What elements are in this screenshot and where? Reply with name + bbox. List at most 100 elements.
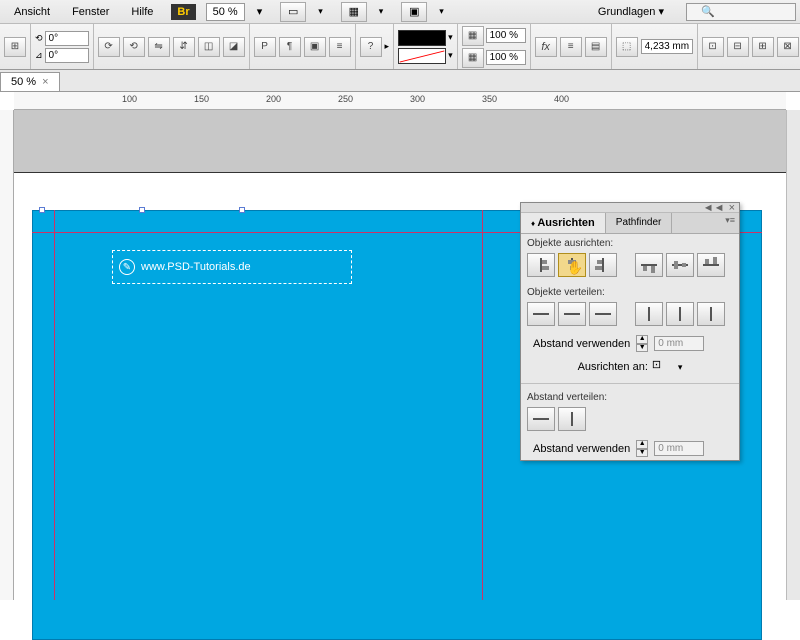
spacing-spinner-2[interactable]: ▲▼ [636, 440, 648, 457]
fx-button[interactable]: fx [535, 37, 557, 57]
spacing-field-2[interactable]: 0 mm [654, 441, 704, 456]
stroke-weight-field[interactable] [641, 39, 693, 54]
ruler-tick: 150 [194, 94, 209, 104]
spacing-field-1[interactable]: 0 mm [654, 336, 704, 351]
control-bar: ⊞ ⟲ ⊿ ⟳ ⟲ ⇋ ⇵ ◫ ◪ P ¶ ▣ ≡ ? ▸ ▾ ▾ ▦ ▦ fx… [0, 24, 800, 70]
zoom-level[interactable]: 50 % [206, 3, 245, 21]
align-to-label: Ausrichten an: [578, 361, 648, 373]
vertical-scrollbar[interactable] [786, 110, 800, 600]
placed-graphic-text: www.PSD-Tutorials.de [141, 261, 251, 273]
fill-tint-icon: ▦ [462, 26, 484, 46]
panel-collapse-icon[interactable]: ◄◄ [703, 202, 725, 214]
use-spacing-label: Abstand verwenden [533, 338, 630, 350]
align-to-button[interactable]: ⊡ [652, 358, 674, 376]
panel-menu-icon[interactable]: ▾≡ [721, 213, 739, 233]
object-format-icon[interactable]: ≡ [329, 37, 351, 57]
spacing-spinner[interactable]: ▲▼ [636, 335, 648, 352]
rotate-cw-icon[interactable]: ⟳ [98, 37, 120, 57]
stroke-swatch[interactable] [398, 48, 446, 64]
align-left-button[interactable] [527, 253, 555, 277]
story-editor-icon[interactable]: ¶ [279, 37, 301, 57]
align-right-button[interactable] [589, 253, 617, 277]
dd-icon[interactable]: ▸ [385, 41, 390, 52]
dd-icon[interactable]: ▾ [369, 2, 394, 21]
vertical-ruler[interactable] [0, 110, 14, 600]
frame-fit-icon[interactable]: ⬚ [616, 37, 638, 57]
text-wrap-bound-icon[interactable]: ▤ [585, 37, 607, 57]
align-bottom-button[interactable] [697, 253, 725, 277]
placed-graphic-frame[interactable]: ✎ www.PSD-Tutorials.de [112, 250, 352, 284]
fill-swatch[interactable] [398, 30, 446, 46]
rotation-field[interactable] [45, 31, 89, 46]
document-tab[interactable]: 50 % × [0, 72, 60, 91]
rotate-icon: ⟲ [35, 33, 43, 44]
menubar: Ansicht Fenster Hilfe Br 50 % ▾ ▭ ▾ ▦ ▾ … [0, 0, 800, 24]
ruler-tick: 300 [410, 94, 425, 104]
panel-close-icon[interactable]: × [729, 202, 735, 214]
section-distribute-spacing: Abstand verteilen: [521, 388, 739, 405]
screen-mode-button[interactable]: ▭ [280, 2, 306, 22]
fill-frame-icon[interactable]: ⊠ [777, 37, 799, 57]
pasteboard [14, 110, 786, 172]
ruler-tick: 100 [122, 94, 137, 104]
flip-v-icon[interactable]: ⇵ [173, 37, 195, 57]
dd-icon[interactable]: ▾ [308, 2, 333, 21]
distribute-top-button[interactable] [527, 302, 555, 326]
search-input[interactable]: 🔍 [686, 3, 796, 21]
view-options-button[interactable]: ▣ [401, 2, 427, 22]
help-icon[interactable]: ? [360, 37, 382, 57]
guide-vertical[interactable] [482, 210, 483, 600]
select-content-icon[interactable]: ◪ [223, 37, 245, 57]
menu-ansicht[interactable]: Ansicht [4, 2, 60, 22]
arrange-docs-button[interactable]: ▦ [341, 2, 367, 22]
shear-icon: ⊿ [35, 50, 43, 61]
distribute-vspace-button[interactable] [527, 407, 555, 431]
center-content-icon[interactable]: ⊞ [752, 37, 774, 57]
distribute-vcenter-button[interactable] [558, 302, 586, 326]
pen-logo-icon: ✎ [119, 259, 135, 275]
align-panel: ◄◄ × ♦ Ausrichten Pathfinder ▾≡ Objekte … [520, 202, 740, 461]
text-tool-icon[interactable]: P [254, 37, 276, 57]
menu-hilfe[interactable]: Hilfe [121, 2, 163, 22]
menu-fenster[interactable]: Fenster [62, 2, 119, 22]
align-top-button[interactable] [635, 253, 663, 277]
bridge-button[interactable]: Br [171, 4, 195, 20]
distribute-hcenter-button[interactable] [666, 302, 694, 326]
dd-icon[interactable]: ▾ [429, 2, 454, 21]
ruler-tick: 400 [554, 94, 569, 104]
selection-handles[interactable] [42, 210, 242, 222]
ref-point-icon[interactable]: ⊞ [4, 37, 26, 57]
tint-field[interactable] [486, 28, 526, 43]
tab-label: 50 % [11, 76, 36, 88]
document-tabs: 50 % × [0, 70, 800, 92]
zoom-dropdown-icon[interactable]: ▾ [247, 1, 273, 22]
section-align-objects: Objekte ausrichten: [521, 234, 739, 251]
tab-pathfinder[interactable]: Pathfinder [606, 213, 673, 233]
guide-vertical[interactable] [54, 210, 55, 600]
ruler-tick: 200 [266, 94, 281, 104]
fit-content-icon[interactable]: ⊡ [702, 37, 724, 57]
ruler-tick: 250 [338, 94, 353, 104]
flip-h-icon[interactable]: ⇋ [148, 37, 170, 57]
distribute-left-button[interactable] [635, 302, 663, 326]
workspace: 100 150 200 250 300 350 400 ✎ www.PSD-Tu… [0, 92, 800, 600]
fit-frame-icon[interactable]: ⊟ [727, 37, 749, 57]
horizontal-ruler[interactable]: 100 150 200 250 300 350 400 [14, 92, 786, 110]
text-wrap-none-icon[interactable]: ≡ [560, 37, 582, 57]
workspace-switcher[interactable]: Grundlagen ▾ [586, 2, 676, 21]
align-vcenter-button[interactable] [666, 253, 694, 277]
align-hcenter-button[interactable]: ✋ [558, 253, 586, 277]
search-icon: 🔍 [691, 1, 725, 22]
distribute-bottom-button[interactable] [589, 302, 617, 326]
shear-field[interactable] [45, 48, 89, 63]
tab-ausrichten[interactable]: ♦ Ausrichten [521, 213, 606, 233]
distribute-right-button[interactable] [697, 302, 725, 326]
align-to-dropdown-icon[interactable]: ▾ [678, 362, 683, 373]
text-wrap-icon[interactable]: ▣ [304, 37, 326, 57]
close-tab-icon[interactable]: × [42, 76, 48, 88]
stroke-tint-icon: ▦ [462, 48, 484, 68]
distribute-hspace-button[interactable] [558, 407, 586, 431]
tint-field-2[interactable] [486, 50, 526, 65]
select-container-icon[interactable]: ◫ [198, 37, 220, 57]
rotate-ccw-icon[interactable]: ⟲ [123, 37, 145, 57]
